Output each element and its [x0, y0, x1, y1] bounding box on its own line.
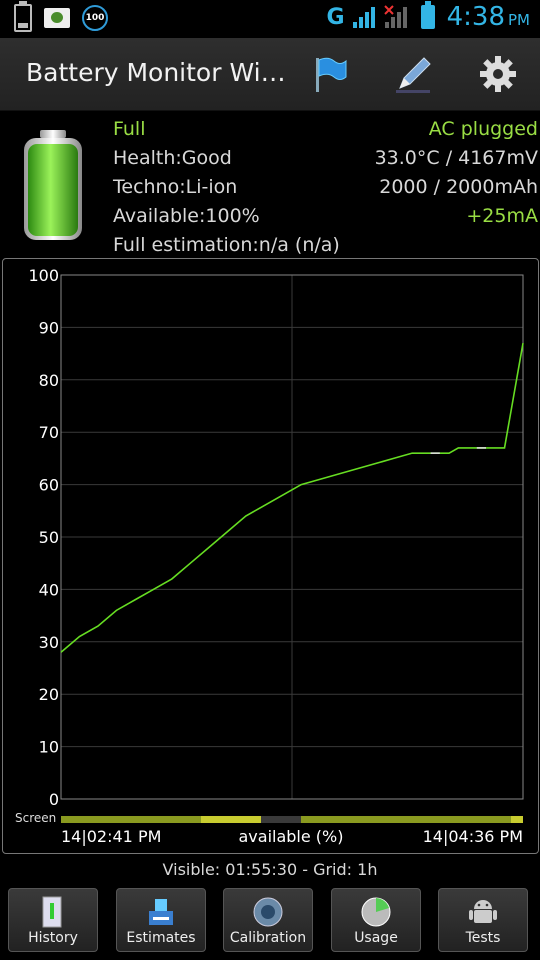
full-estimation: Full estimation:n/a (n/a) — [113, 234, 340, 256]
signal-off-icon — [383, 5, 407, 28]
y-tick-label: 10 — [39, 738, 59, 757]
x-axis-label: available (%) — [239, 827, 344, 846]
battery-level-icon — [24, 130, 82, 240]
tests-label: Tests — [465, 930, 501, 946]
screen-bar — [61, 816, 523, 823]
x-end-label: 14|04:36 PM — [423, 827, 523, 846]
app-title: Battery Monitor Wi… — [26, 58, 286, 87]
y-tick-label: 80 — [39, 371, 59, 390]
notification-icon — [44, 8, 70, 28]
y-tick-label: 70 — [39, 423, 59, 442]
battery-capacity: 2000 / 2000mAh — [379, 176, 538, 198]
battery-technology: Techno:Li-ion — [113, 176, 238, 198]
y-tick-label: 50 — [39, 528, 59, 547]
pencil-icon[interactable] — [392, 52, 436, 96]
y-tick-label: 30 — [39, 633, 59, 652]
estimates-label: Estimates — [126, 930, 196, 946]
usage-icon — [361, 897, 391, 927]
power-source: AC plugged — [428, 118, 538, 140]
estimates-icon — [149, 899, 173, 925]
chart-svg: 0 10 20 30 40 50 60 70 80 90 100 Screen 14|02:41 P… — [15, 266, 524, 846]
temperature-voltage: 33.0°C / 4167mV — [374, 147, 538, 169]
clock-time: 4:38 — [446, 2, 505, 32]
battery-available: Available:100% — [113, 205, 260, 227]
calibration-button[interactable]: Calibration — [223, 888, 313, 952]
y-tick-label: 60 — [39, 476, 59, 495]
calibration-label: Calibration — [229, 930, 307, 946]
y-tick-label: 0 — [49, 790, 59, 809]
gear-icon[interactable] — [476, 52, 520, 96]
usage-button[interactable]: Usage — [331, 888, 421, 952]
y-tick-label: 40 — [39, 580, 59, 599]
screen-label: Screen — [15, 811, 56, 825]
battery-status-icon — [14, 1, 32, 32]
signal-icon — [352, 7, 375, 28]
history-label: History — [28, 930, 78, 946]
android-icon — [469, 900, 497, 923]
battery-health: Health:Good — [113, 147, 232, 169]
usage-label: Usage — [354, 930, 398, 946]
notification-badge: 100 — [82, 5, 108, 31]
calibration-icon — [253, 897, 283, 927]
visible-note: Visible: 01:55:30 - Grid: 1h — [162, 860, 378, 879]
y-tick-label: 100 — [28, 266, 59, 285]
history-button[interactable]: History — [8, 888, 98, 952]
flag-icon[interactable] — [308, 52, 352, 96]
battery-status: Full — [113, 118, 146, 140]
network-type: G — [326, 4, 345, 30]
action-bar: Battery Monitor Wi… — [0, 38, 540, 111]
clock-ampm: PM — [508, 11, 530, 29]
history-icon — [42, 896, 62, 928]
y-tick-label: 20 — [39, 685, 59, 704]
y-tick-label: 90 — [39, 318, 59, 337]
status-bar: 100 G 4:38 PM — [0, 0, 540, 38]
tests-button[interactable]: Tests — [438, 888, 528, 952]
battery-current: +25mA — [466, 205, 538, 227]
estimates-button[interactable]: Estimates — [116, 888, 206, 952]
battery-chart[interactable]: 0 10 20 30 40 50 60 70 80 90 100 Screen 14|02:41 P… — [2, 258, 539, 854]
x-start-label: 14|02:41 PM — [61, 827, 161, 846]
battery-full-icon — [420, 1, 435, 29]
